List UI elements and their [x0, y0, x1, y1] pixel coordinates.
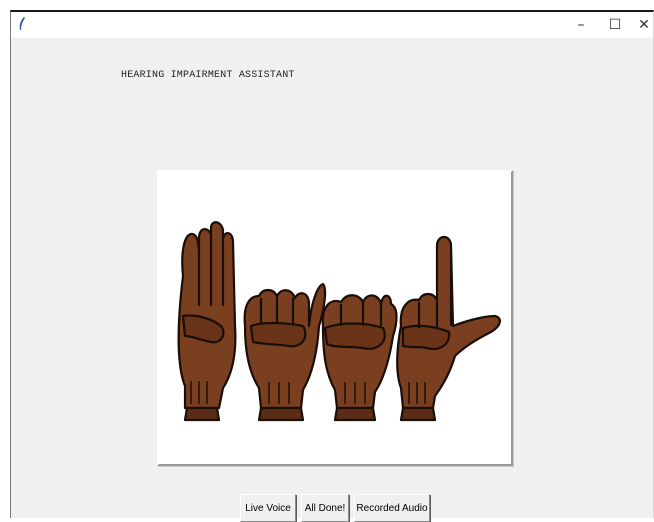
hand-sign-2: [243, 282, 327, 422]
page-title: HEARING IMPAIRMENT ASSISTANT: [121, 70, 295, 81]
close-button[interactable]: ✕: [627, 12, 654, 38]
hand-sign-3: [321, 294, 398, 422]
hand-sign-1: [177, 221, 237, 422]
sign-language-hands-icon: [177, 221, 501, 422]
hand-sign-4: [396, 235, 501, 422]
minimize-button[interactable]: –: [564, 12, 598, 38]
app-window: – ☐ ✕ HEARING IMPAIRMENT ASSISTANT Live …: [10, 10, 654, 522]
feather-icon: [19, 17, 25, 30]
image-panel: [157, 170, 513, 466]
sign-language-image: [165, 176, 505, 462]
title-bar[interactable]: – ☐ ✕: [11, 12, 653, 38]
